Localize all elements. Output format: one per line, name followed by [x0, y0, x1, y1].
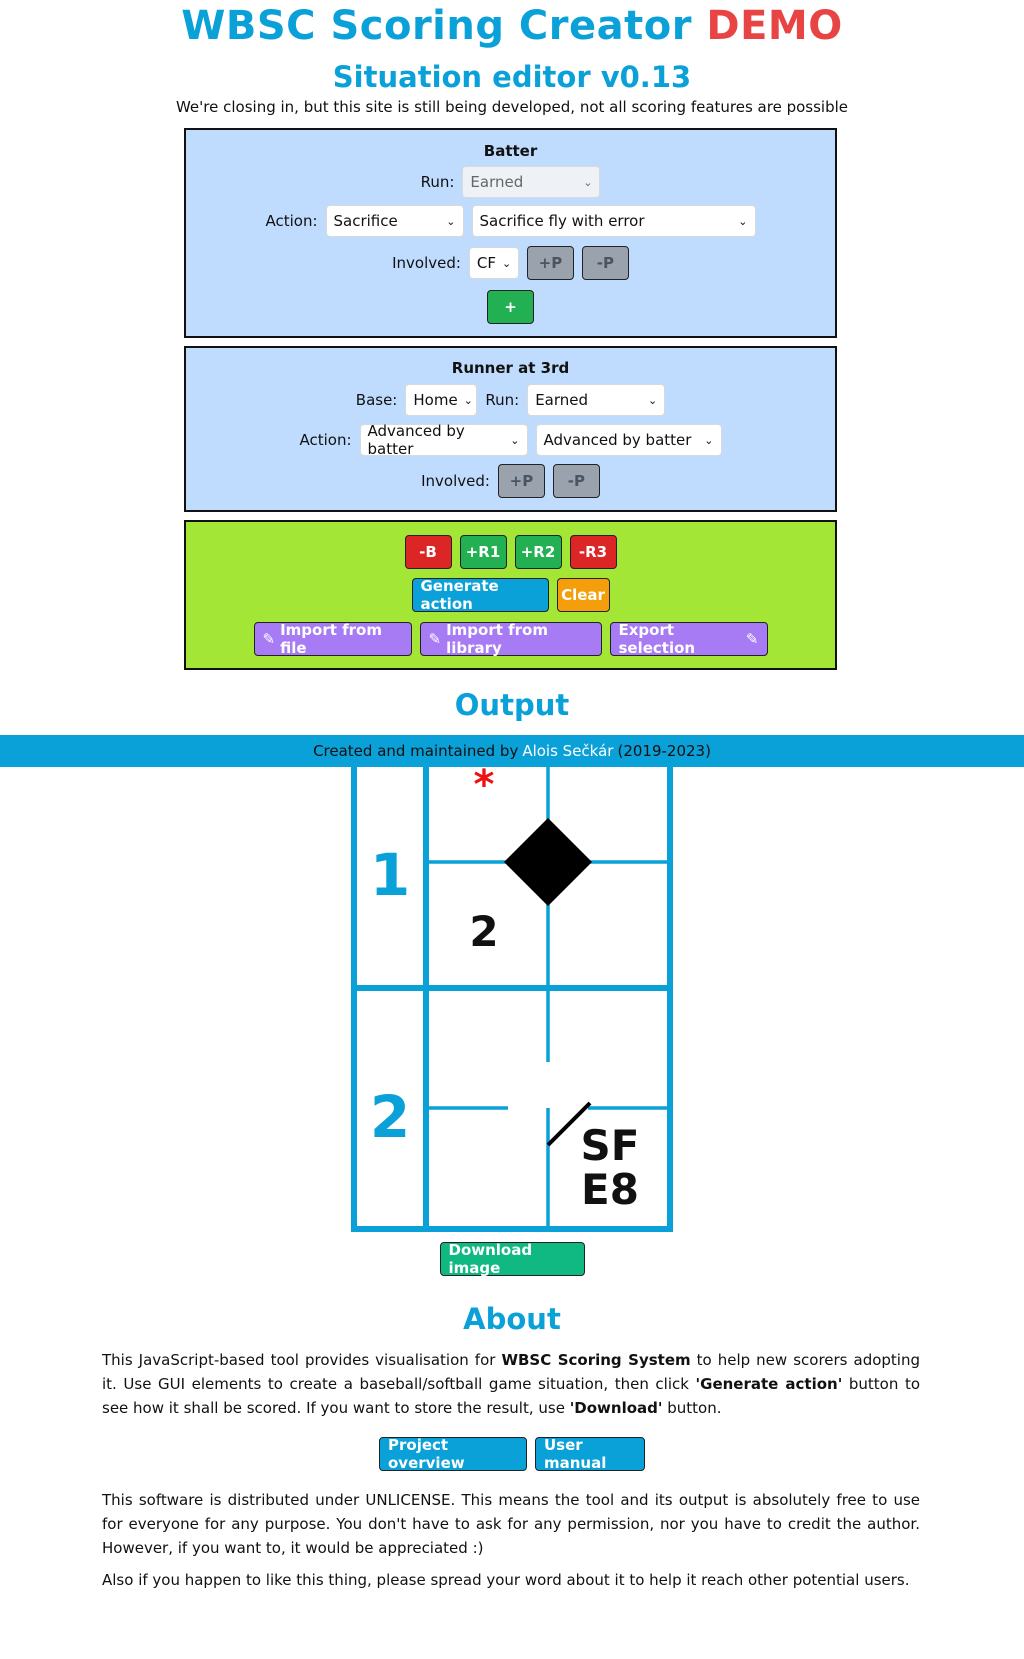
row2-code-line2: E8	[581, 1165, 639, 1214]
batter-add-action-button[interactable]: +	[487, 290, 534, 324]
about-emphasis: 'Generate action'	[695, 1375, 843, 1393]
footer-bar: Created and maintained by Alois Sečkár (…	[0, 735, 1024, 767]
batter-involved-value: CF	[476, 254, 497, 272]
runner-base-select[interactable]: Home ⌄	[405, 384, 478, 416]
project-overview-button[interactable]: Project overview	[379, 1436, 527, 1472]
batter-action-detail-value: Sacrifice fly with error	[479, 212, 645, 230]
runner-involved-label: Involved:	[421, 472, 490, 490]
footer-years: (2019-2023)	[617, 742, 711, 760]
pencil-icon: ✎	[428, 630, 442, 648]
batter-involved-label: Involved:	[392, 254, 461, 272]
import-from-file-button[interactable]: ✎ Import from file	[253, 621, 412, 657]
runner-add-player-button[interactable]: +P	[497, 464, 545, 498]
controls-panel: -B +R1 +R2 -R3 Generate action Clear ✎ I…	[184, 520, 837, 670]
batter-action-value: Sacrifice	[333, 212, 398, 230]
batter-panel: Batter Run: Earned ⌄ Action: Sacrifice ⌄…	[184, 128, 837, 338]
page-title: WBSC Scoring Creator DEMO	[0, 0, 1024, 50]
app-title: WBSC Scoring Creator	[181, 3, 692, 49]
chevron-down-icon: ⌄	[583, 175, 593, 189]
runner-action-detail-value: Advanced by batter	[543, 431, 692, 449]
add-runner-2-button[interactable]: +R2	[514, 535, 562, 569]
generate-action-button[interactable]: Generate action	[411, 577, 549, 613]
author-link[interactable]: Alois Sečkár	[522, 742, 613, 760]
runner-3rd-panel: Runner at 3rd Base: Home ⌄ Run: Earned ⌄…	[184, 346, 837, 512]
about-emphasis: WBSC Scoring System	[501, 1351, 691, 1369]
chevron-down-icon: ⌄	[738, 214, 748, 228]
import-from-file-label: Import from file	[280, 621, 382, 657]
page-subtitle: Situation editor v0.13	[332, 60, 692, 94]
add-runner-1-button[interactable]: +R1	[459, 535, 507, 569]
runner-action-label: Action:	[299, 431, 352, 449]
run-scored-diamond-icon	[504, 818, 592, 906]
import-from-library-button[interactable]: ✎ Import from library	[419, 621, 602, 657]
about-text: button.	[662, 1399, 722, 1417]
row1-value: 2	[469, 907, 498, 956]
runner-run-label: Run:	[485, 391, 520, 409]
about-text: This JavaScript-based tool provides visu…	[102, 1351, 502, 1369]
batter-involved-select[interactable]: CF ⌄	[468, 247, 519, 279]
runner-remove-player-button[interactable]: -P	[552, 464, 600, 498]
chevron-down-icon: ⌄	[510, 433, 520, 447]
export-selection-button[interactable]: Export selection ✎	[609, 621, 768, 657]
user-manual-button[interactable]: User manual	[535, 1436, 645, 1472]
row2-number: 2	[370, 1083, 410, 1151]
batter-run-value: Earned	[470, 173, 524, 191]
output-title: Output	[454, 688, 570, 722]
remove-runner-3-button[interactable]: -R3	[569, 535, 617, 569]
runner-action-select[interactable]: Advanced by batter ⌄	[359, 422, 528, 458]
chevron-down-icon: ⌄	[647, 393, 658, 407]
footer-prefix: Created and maintained by	[313, 742, 519, 760]
runner-3rd-title: Runner at 3rd	[451, 359, 570, 377]
runner-run-value: Earned	[535, 391, 589, 409]
scoring-image: 1 * 2 2 SF E8	[351, 740, 673, 1232]
runner-base-label: Base:	[355, 391, 398, 409]
runner-action-detail-select[interactable]: Advanced by batter ⌄	[535, 424, 722, 456]
batter-run-label: Run:	[420, 173, 455, 191]
about-title: About	[463, 1302, 561, 1336]
about-paragraph-3: Also if you happen to like this thing, p…	[102, 1571, 910, 1589]
earned-run-star-icon: *	[474, 762, 495, 808]
remove-batter-button[interactable]: -B	[404, 535, 452, 569]
demo-label: DEMO	[706, 3, 843, 49]
chevron-down-icon: ⌄	[704, 433, 714, 447]
batter-add-player-button[interactable]: +P	[526, 246, 574, 280]
runner-base-value: Home	[413, 391, 458, 409]
development-notice: We're closing in, but this site is still…	[175, 98, 848, 116]
chevron-down-icon: ⌄	[463, 393, 473, 407]
pencil-icon: ✎	[745, 630, 759, 648]
runner-action-value: Advanced by batter	[367, 422, 465, 458]
about-paragraph-1: This JavaScript-based tool provides visu…	[102, 1348, 920, 1420]
clear-button[interactable]: Clear	[556, 578, 610, 612]
runner-run-select[interactable]: Earned ⌄	[527, 384, 666, 416]
row2-code-line1: SF	[581, 1121, 640, 1170]
batter-action-select[interactable]: Sacrifice ⌄	[325, 205, 464, 237]
about-emphasis: 'Download'	[569, 1399, 663, 1417]
batter-title: Batter	[483, 142, 538, 160]
row1-number: 1	[370, 841, 410, 909]
pencil-icon: ✎	[262, 630, 276, 648]
about-paragraph-2: This software is distributed under UNLIC…	[102, 1491, 920, 1557]
export-selection-label: Export selection	[618, 621, 696, 657]
chevron-down-icon: ⌄	[502, 256, 512, 270]
chevron-down-icon: ⌄	[446, 214, 456, 228]
batter-action-label: Action:	[265, 212, 318, 230]
download-image-button[interactable]: Download image	[439, 1241, 585, 1277]
batter-remove-player-button[interactable]: -P	[581, 246, 629, 280]
batter-action-detail-select[interactable]: Sacrifice fly with error ⌄	[471, 205, 756, 237]
batter-run-select[interactable]: Earned ⌄	[462, 166, 601, 198]
import-from-library-label: Import from library	[446, 621, 548, 657]
